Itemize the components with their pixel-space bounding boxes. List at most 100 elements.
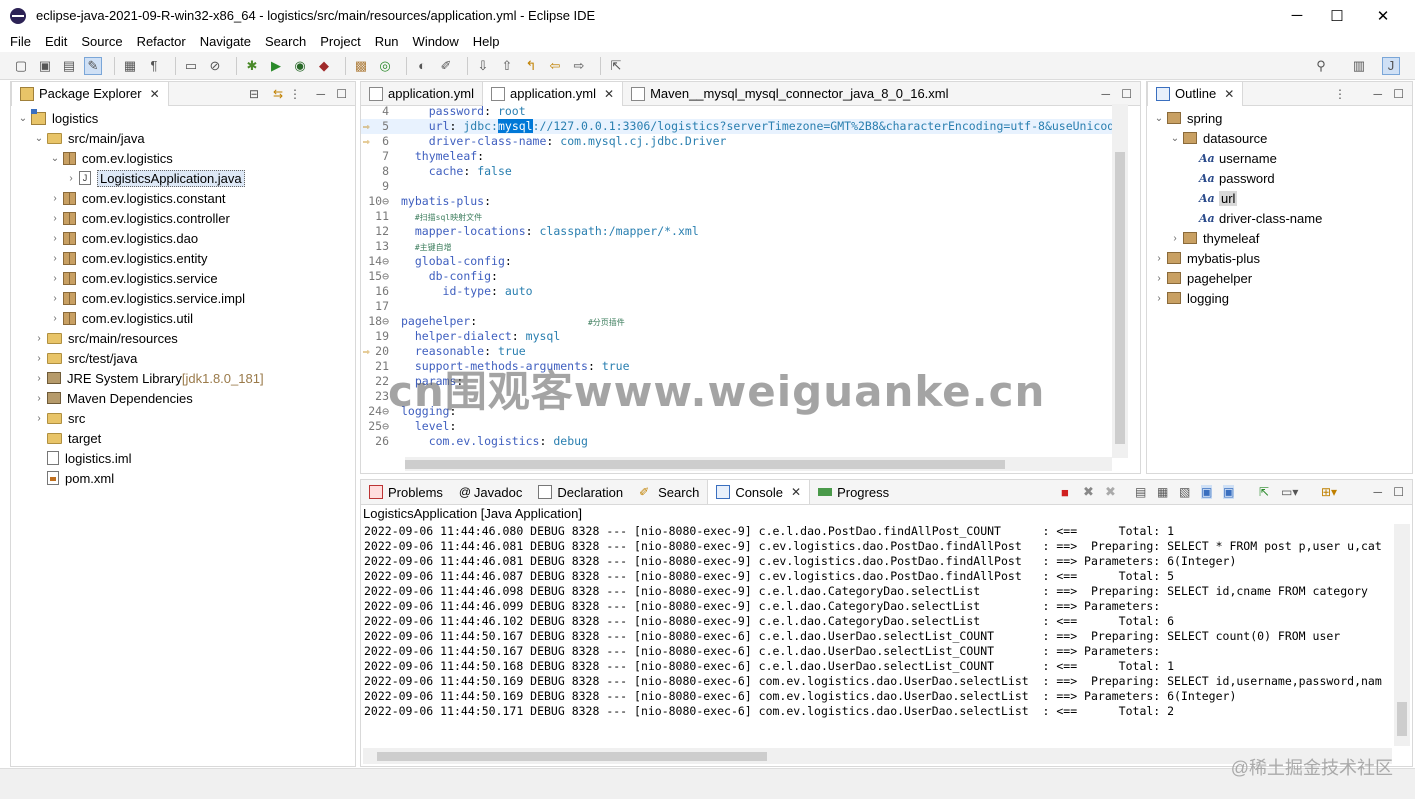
collapsed-chevron-icon[interactable]: › (49, 273, 61, 284)
tab-maven-mysql-xml[interactable]: Maven__mysql_mysql_connector_java_8_0_16… (623, 82, 956, 106)
save-icon[interactable]: ▣ (36, 57, 54, 75)
collapsed-chevron-icon[interactable]: › (65, 173, 77, 184)
collapsed-chevron-icon[interactable]: › (33, 353, 45, 364)
collapse-all-icon[interactable]: ⊟ (249, 87, 259, 101)
pin-editor-icon[interactable]: ⇱ (607, 57, 625, 75)
collapsed-chevron-icon[interactable]: › (49, 253, 61, 264)
tree-item[interactable]: ⌄ logistics (11, 108, 355, 128)
outline-item[interactable]: › thymeleaf (1147, 228, 1412, 248)
menu-window[interactable]: Window (413, 34, 459, 49)
collapsed-chevron-icon[interactable]: › (33, 373, 45, 384)
display-console-icon[interactable]: ▭▾ (1281, 485, 1298, 499)
console-vertical-scrollbar[interactable] (1394, 524, 1410, 746)
tree-item[interactable]: logistics.iml (11, 448, 355, 468)
tab-package-explorer[interactable]: Package Explorer ✕ (11, 81, 169, 106)
tree-item[interactable]: › com.ev.logistics.entity (11, 248, 355, 268)
tab-declaration[interactable]: Declaration (530, 480, 631, 504)
tab-search[interactable]: ✐ Search (631, 480, 707, 504)
tree-item[interactable]: ⌄ src/main/java (11, 128, 355, 148)
tree-item[interactable]: › com.ev.logistics.controller (11, 208, 355, 228)
maximize-view-icon[interactable]: ☐ (1393, 485, 1404, 499)
tree-item[interactable]: › com.ev.logistics.service (11, 268, 355, 288)
outline-item[interactable]: Aa password (1147, 168, 1412, 188)
show-on-stderr-icon[interactable]: ▣ (1223, 485, 1235, 499)
new-icon[interactable]: ▢ (12, 57, 30, 75)
tree-item[interactable]: › JRE System Library [jdk1.8.0_181] (11, 368, 355, 388)
open-perspective-icon[interactable]: ▥ (1350, 57, 1368, 75)
outline-item[interactable]: ⌄ spring (1147, 108, 1412, 128)
debug-icon[interactable]: ✱ (243, 57, 261, 75)
menu-run[interactable]: Run (375, 34, 399, 49)
tree-item[interactable]: ⌄ com.ev.logistics (11, 148, 355, 168)
close-icon[interactable]: ✕ (150, 87, 160, 101)
tab-problems[interactable]: Problems (361, 480, 451, 504)
tree-item[interactable]: › J LogisticsApplication.java (11, 168, 355, 188)
pin-console-icon[interactable]: ⇱ (1259, 485, 1269, 499)
tree-item[interactable]: target (11, 428, 355, 448)
external-tools-icon[interactable]: ◆ (315, 57, 333, 75)
maximize-editor-icon[interactable]: ☐ (1121, 87, 1132, 101)
outline-item[interactable]: Aa url (1147, 188, 1412, 208)
minimize-view-icon[interactable]: ─ (1373, 87, 1382, 101)
skip-breakpoints-icon[interactable]: ⊘ (206, 57, 224, 75)
save-all-icon[interactable]: ▤ (60, 57, 78, 75)
menu-navigate[interactable]: Navigate (200, 34, 251, 49)
collapsed-chevron-icon[interactable]: › (1153, 293, 1165, 304)
close-icon[interactable]: ✕ (604, 87, 614, 101)
next-annotation-icon[interactable]: ⇩ (474, 57, 492, 75)
expanded-chevron-icon[interactable]: ⌄ (49, 153, 61, 164)
menu-file[interactable]: File (10, 34, 31, 49)
collapsed-chevron-icon[interactable]: › (49, 233, 61, 244)
open-task-icon[interactable]: ◐ (413, 57, 431, 75)
tree-item[interactable]: › com.ev.logistics.util (11, 308, 355, 328)
menu-search[interactable]: Search (265, 34, 306, 49)
outline-item[interactable]: › mybatis-plus (1147, 248, 1412, 268)
collapsed-chevron-icon[interactable]: › (33, 333, 45, 344)
previous-annotation-icon[interactable]: ⇧ (498, 57, 516, 75)
view-menu-icon[interactable]: ⋮ (1334, 87, 1346, 101)
terminate-icon[interactable]: ■ (1061, 485, 1069, 500)
search-tool-icon[interactable]: ✐ (437, 57, 455, 75)
maximize-view-icon[interactable]: ☐ (336, 87, 347, 101)
menu-help[interactable]: Help (473, 34, 500, 49)
link-with-editor-icon[interactable]: ⇆ (273, 87, 283, 101)
editor-horizontal-scrollbar[interactable] (405, 457, 1112, 471)
close-icon[interactable]: ✕ (1224, 87, 1234, 101)
outline-item[interactable]: › logging (1147, 288, 1412, 308)
close-window-button[interactable]: ✕ (1360, 0, 1406, 31)
tree-item[interactable]: › src/main/resources (11, 328, 355, 348)
expanded-chevron-icon[interactable]: ⌄ (17, 113, 29, 124)
tree-item[interactable]: › com.ev.logistics.service.impl (11, 288, 355, 308)
tab-progress[interactable]: Progress (810, 480, 897, 504)
menu-source[interactable]: Source (81, 34, 122, 49)
coverage-icon[interactable]: ◉ (291, 57, 309, 75)
collapsed-chevron-icon[interactable]: › (49, 293, 61, 304)
tab-application-yml-2[interactable]: application.yml ✕ (482, 81, 624, 106)
collapsed-chevron-icon[interactable]: › (1153, 273, 1165, 284)
run-icon[interactable]: ▶ (267, 57, 285, 75)
remove-all-launches-icon[interactable]: ✖ (1105, 484, 1116, 500)
maximize-button[interactable]: ☐ (1314, 0, 1360, 31)
remove-launch-icon[interactable]: ✖ (1083, 484, 1094, 500)
forward-icon[interactable]: ⇨ (570, 57, 588, 75)
last-edit-icon[interactable]: ↰ (522, 57, 540, 75)
editor-vertical-scrollbar[interactable] (1112, 104, 1128, 458)
open-type-icon[interactable]: ▦ (121, 57, 139, 75)
open-console-icon[interactable]: ⊞▾ (1321, 485, 1337, 499)
minimize-view-icon[interactable]: ─ (1373, 485, 1382, 499)
tree-item[interactable]: › com.ev.logistics.dao (11, 228, 355, 248)
expanded-chevron-icon[interactable]: ⌄ (1153, 113, 1165, 124)
menu-edit[interactable]: Edit (45, 34, 67, 49)
expanded-chevron-icon[interactable]: ⌄ (1169, 133, 1181, 144)
outline-item[interactable]: Aa driver-class-name (1147, 208, 1412, 228)
collapsed-chevron-icon[interactable]: › (33, 393, 45, 404)
collapsed-chevron-icon[interactable]: › (49, 213, 61, 224)
minimize-editor-icon[interactable]: ─ (1101, 87, 1110, 101)
show-whitespace-icon[interactable]: ¶ (145, 57, 163, 75)
tree-item[interactable]: pom.xml (11, 468, 355, 488)
toggle-mark-icon[interactable]: ✎ (84, 56, 102, 75)
console-icon[interactable]: ▭ (182, 57, 200, 75)
expanded-chevron-icon[interactable]: ⌄ (33, 133, 45, 144)
java-perspective-icon[interactable]: J (1382, 56, 1400, 75)
clear-console-icon[interactable]: ▤ (1135, 485, 1146, 499)
